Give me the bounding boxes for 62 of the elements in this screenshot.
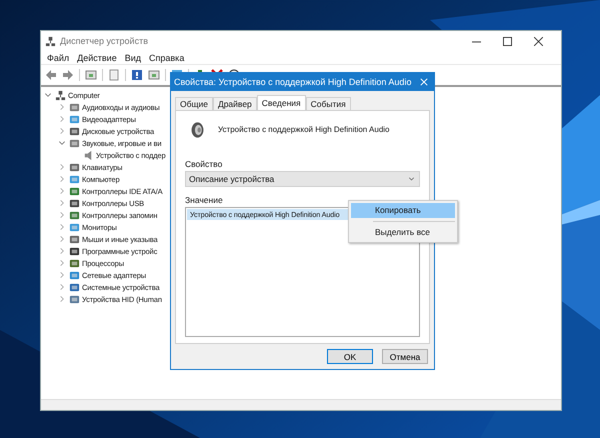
expand-chevron-icon[interactable] <box>58 259 66 267</box>
tab[interactable]: Общие <box>175 96 213 110</box>
device-icon <box>69 162 80 172</box>
tab[interactable]: Драйвер <box>212 96 257 110</box>
device-icon <box>69 246 80 256</box>
document-icon[interactable] <box>108 69 120 81</box>
speaker-icon <box>83 150 94 160</box>
expand-chevron-icon[interactable] <box>58 175 66 183</box>
menu-item[interactable]: Вид <box>124 52 142 62</box>
expand-chevron-icon[interactable] <box>58 283 66 291</box>
computer-tree-icon <box>55 90 66 100</box>
device-icon <box>69 174 80 184</box>
device-icon <box>69 126 80 136</box>
window-title: Диспетчер устройств <box>60 36 148 46</box>
property-dropdown[interactable]: Описание устройства <box>185 170 420 187</box>
expand-chevron-icon[interactable] <box>58 247 66 255</box>
collapse-chevron-icon[interactable] <box>58 139 66 147</box>
expand-chevron-icon[interactable] <box>58 271 66 279</box>
expand-chevron-icon[interactable] <box>58 103 66 111</box>
device-icon <box>69 186 80 196</box>
device-icon <box>69 258 80 268</box>
panel-icon[interactable] <box>85 69 97 81</box>
expand-chevron-icon[interactable] <box>58 115 66 123</box>
expand-chevron-icon[interactable] <box>58 163 66 171</box>
forward-icon[interactable] <box>62 69 74 81</box>
menu-item[interactable]: Копировать <box>351 203 455 218</box>
maximize-icon[interactable] <box>503 36 512 46</box>
device-icon <box>69 234 80 244</box>
back-icon[interactable] <box>45 69 57 81</box>
device-icon <box>69 210 80 220</box>
menu-item[interactable]: Файл <box>47 52 70 62</box>
menu-item[interactable]: Действие <box>77 52 117 62</box>
device-icon <box>69 222 80 232</box>
speaker-icon <box>189 120 206 140</box>
expand-chevron-icon[interactable] <box>58 187 66 195</box>
device-icon <box>69 282 80 292</box>
device-icon <box>69 114 80 124</box>
expand-chevron-icon[interactable] <box>58 295 66 303</box>
device-icon <box>69 198 80 208</box>
panel-icon[interactable] <box>148 69 160 81</box>
property-label: Свойство <box>185 158 222 169</box>
device-name: Устройство с поддержкой High Definition Audio <box>218 125 390 134</box>
device-icon <box>69 270 80 280</box>
close-icon[interactable] <box>534 36 543 46</box>
menu-item[interactable]: Выделить все <box>351 225 455 240</box>
expand-chevron-icon[interactable] <box>58 235 66 243</box>
device-icon <box>69 102 80 112</box>
collapse-chevron-icon[interactable] <box>44 91 52 99</box>
computer-tree-icon <box>45 36 56 46</box>
dialog-button[interactable]: Отмена <box>382 349 428 364</box>
dialog-button[interactable]: OK <box>327 349 373 364</box>
tab[interactable]: События <box>306 96 351 110</box>
dialog-title: Свойства: Устройство с поддержкой High Definition Audio <box>174 76 412 87</box>
expand-chevron-icon[interactable] <box>58 223 66 231</box>
menu-item[interactable]: Справка <box>149 52 184 62</box>
device-icon <box>69 294 80 304</box>
tab[interactable]: Сведения <box>256 94 306 110</box>
value-label: Значение <box>185 194 223 205</box>
expand-chevron-icon[interactable] <box>58 199 66 207</box>
expand-chevron-icon[interactable] <box>58 211 66 219</box>
expand-chevron-icon[interactable] <box>58 127 66 135</box>
device-icon <box>69 138 80 148</box>
